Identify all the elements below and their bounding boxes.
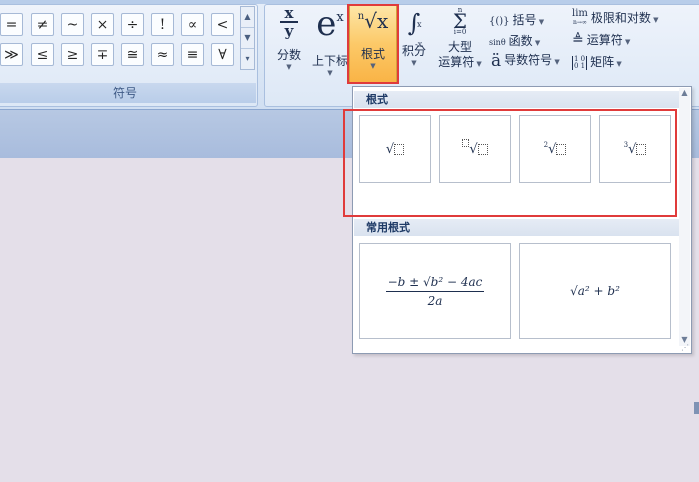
symbol-button[interactable]: ≅ <box>121 43 144 66</box>
large-operator-label-1: 大型 <box>447 40 472 54</box>
panel-scrollbar[interactable]: ▲ ▼ <box>679 88 690 346</box>
symbol-button[interactable]: = <box>0 13 23 36</box>
symbol-button[interactable]: < <box>211 13 234 36</box>
matrix-button[interactable]: 1 00 1 矩阵 ▼ <box>572 53 622 70</box>
fraction-icon: x y <box>272 6 306 39</box>
fraction-bar <box>386 290 484 292</box>
operator-button[interactable]: ≜ 运算符 ▼ <box>572 31 630 48</box>
limit-icon: lim n→∞ <box>572 8 588 27</box>
gallery-more-icon[interactable]: ▾ <box>241 49 254 69</box>
matrix-icon: 1 00 1 <box>572 54 588 70</box>
limit-log-button[interactable]: lim n→∞ 极限和对数 ▼ <box>572 9 659 27</box>
symbol-button[interactable]: ≫ <box>0 43 23 66</box>
chevron-down-icon: ▼ <box>286 63 292 71</box>
operator-icon: ≜ <box>572 32 584 48</box>
section-title-common-radicals: 常用根式 <box>354 219 680 236</box>
symbol-button[interactable]: ≈ <box>151 43 174 66</box>
symbol-button[interactable]: ≥ <box>61 43 84 66</box>
symbol-button[interactable]: × <box>91 13 114 36</box>
bracket-button[interactable]: {()} 括号 ▼ <box>489 11 544 28</box>
symbols-group-label: 符号 <box>0 83 256 103</box>
chevron-down-icon: ▼ <box>411 59 417 67</box>
function-icon: sinθ <box>489 38 506 47</box>
symbol-button[interactable]: ! <box>151 13 174 36</box>
chevron-down-icon: ▼ <box>327 69 333 77</box>
quadratic-denominator: 2a <box>427 293 443 308</box>
large-operator-label-2: 运算符 ▼ <box>438 55 482 69</box>
symbol-button[interactable]: ≠ <box>31 13 54 36</box>
integral-label: 积分 <box>401 44 426 58</box>
bracket-icon: {()} <box>489 16 510 27</box>
accent-button[interactable]: ä 导数符号 ▼ <box>491 51 560 71</box>
sum-icon: n Σ i=0 <box>452 6 468 36</box>
symbol-button[interactable]: ≡ <box>181 43 204 66</box>
section-title-radicals: 根式 <box>354 91 680 108</box>
symbol-button[interactable]: ÷ <box>121 13 144 36</box>
symbols-gallery-scroll[interactable]: ▲ ▼ ▾ <box>240 6 255 70</box>
template-pythagorean-root[interactable]: √a² + b² <box>519 243 671 339</box>
script-icon: ex <box>316 4 344 44</box>
symbol-button[interactable]: ≤ <box>31 43 54 66</box>
symbol-button[interactable]: ∀ <box>211 43 234 66</box>
fraction-button[interactable]: x y 分数 ▼ <box>272 6 306 76</box>
quadratic-numerator: −b ± √b² − 4ac <box>387 274 483 289</box>
function-button[interactable]: sinθ 函数 ▼ <box>489 32 540 49</box>
script-button[interactable]: ex 上下标 ▼ <box>310 4 350 77</box>
fraction-label: 分数 <box>276 48 301 62</box>
scroll-up-icon[interactable]: ▲ <box>679 88 690 97</box>
script-label: 上下标 <box>311 54 348 68</box>
window-edge-marker <box>694 402 699 414</box>
accent-icon: ä <box>491 51 502 71</box>
integral-button[interactable]: ∫ x -x 积分 ▼ <box>398 6 430 76</box>
symbol-button[interactable]: ∓ <box>91 43 114 66</box>
scroll-up-icon[interactable]: ▲ <box>241 7 254 28</box>
radical-highlight-outline <box>347 4 399 84</box>
symbol-button[interactable]: ∝ <box>181 13 204 36</box>
resize-grip-icon[interactable]: ⋰ <box>681 343 689 352</box>
template-quadratic-formula[interactable]: −b ± √b² − 4ac 2a <box>359 243 511 339</box>
scroll-down-icon[interactable]: ▼ <box>241 28 254 49</box>
radical-templates-highlight-outline <box>343 109 677 217</box>
pythagorean-expression: √a² + b² <box>570 284 620 298</box>
radical-gallery-panel: 根式 √ √ 2√ 3√ 常用根式 −b ± √b² − 4ac 2a √a² … <box>343 86 692 354</box>
symbol-button[interactable]: ~ <box>61 13 84 36</box>
integral-icon: ∫ x -x <box>407 9 423 49</box>
large-operator-button[interactable]: n Σ i=0 大型 运算符 ▼ <box>436 6 484 82</box>
